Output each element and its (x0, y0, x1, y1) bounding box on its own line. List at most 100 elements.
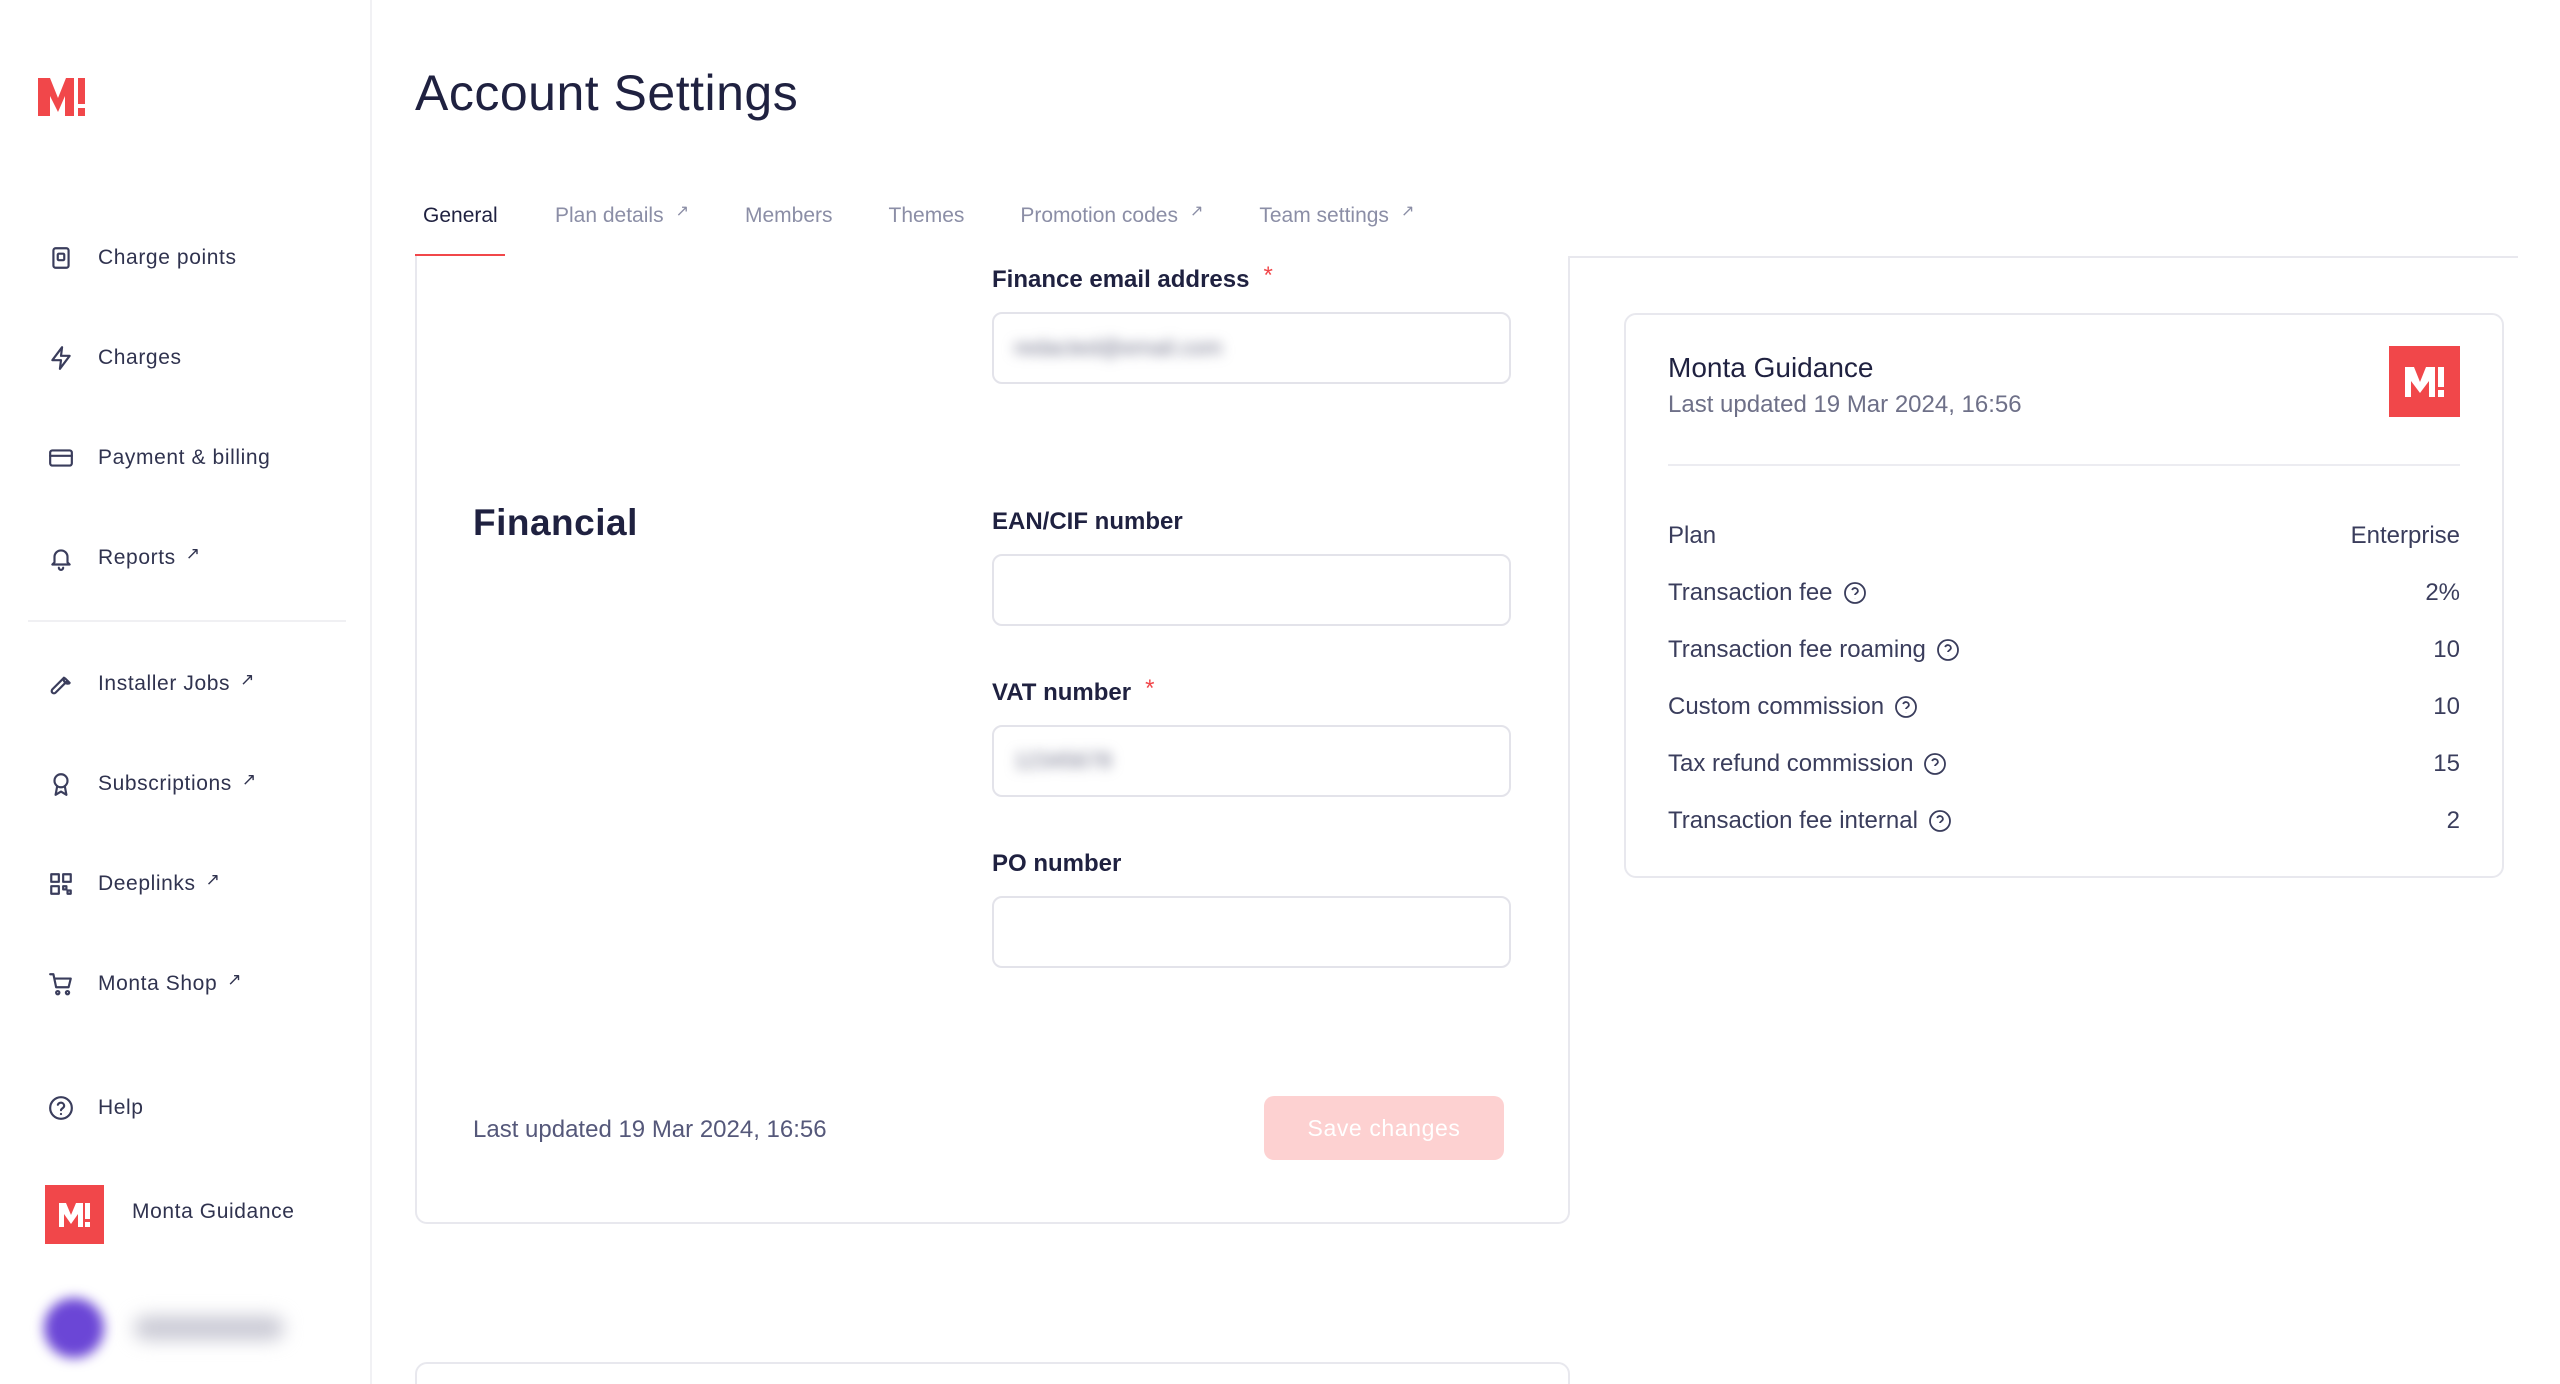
field-label-text: Finance email address (992, 266, 1250, 293)
po-number-label: PO number (992, 850, 1121, 878)
organization-summary-title: Monta Guidance (1668, 352, 1874, 383)
save-changes-button[interactable]: Save changes (1264, 1096, 1504, 1160)
sidebar-item-label: Monta Shop (98, 972, 218, 995)
help-icon[interactable] (1928, 809, 1952, 833)
charge-point-icon (30, 238, 98, 278)
row-label-text: Transaction fee (1668, 579, 1833, 606)
sidebar-item-label: Installer Jobs (98, 672, 231, 695)
finance-email-label: Finance email address * (992, 262, 1273, 294)
summary-row-value: 2 (2446, 807, 2460, 834)
field-label-text: EAN/CIF number (992, 508, 1183, 535)
sidebar: Charge points Charges Payment & billing … (0, 0, 372, 1384)
row-label-text: Transaction fee roaming (1668, 636, 1926, 663)
help-circle-icon (30, 1088, 98, 1128)
sidebar-item-label: Help (98, 1096, 144, 1119)
lightning-icon (30, 338, 98, 378)
organization-name[interactable]: Monta Guidance (132, 1200, 295, 1224)
required-mark: * (1263, 262, 1273, 289)
vat-number-input[interactable]: 12345678 (992, 725, 1511, 797)
help-icon[interactable] (1936, 638, 1960, 662)
sidebar-item-subscriptions[interactable]: Subscriptions ↗ (30, 754, 256, 814)
credit-card-icon (30, 438, 98, 478)
sidebar-item-label: Subscriptions (98, 772, 232, 795)
wrench-icon (30, 664, 98, 704)
tab-label: Themes (888, 204, 965, 227)
sidebar-item-installer-jobs[interactable]: Installer Jobs ↗ (30, 654, 254, 714)
row-label-text: Transaction fee internal (1668, 807, 1918, 834)
sidebar-item-monta-shop[interactable]: Monta Shop ↗ (30, 954, 242, 1014)
tab-label: Promotion codes (1020, 204, 1178, 227)
summary-divider (1668, 464, 2460, 466)
external-link-icon: ↗ (241, 770, 257, 789)
finance-email-value: redacted@email.com (1014, 335, 1223, 360)
last-updated-text: Last updated 19 Mar 2024, 16:56 (473, 1116, 827, 1143)
external-link-icon: ↗ (205, 870, 220, 889)
tab-label: General (423, 204, 498, 227)
tab-promotion-codes[interactable]: Promotion codes ↗ (1020, 186, 1203, 258)
summary-row-label: Transaction fee roaming (1668, 636, 1960, 664)
qr-code-icon (30, 864, 98, 904)
row-label-text: Tax refund commission (1668, 750, 1914, 777)
summary-row-transaction-fee-roaming: Transaction fee roaming 10 (1668, 630, 2460, 670)
external-link-icon: ↗ (1189, 203, 1204, 220)
external-link-icon: ↗ (675, 203, 689, 220)
help-icon[interactable] (1894, 695, 1918, 719)
po-number-input[interactable] (992, 896, 1511, 968)
page-title: Account Settings (415, 65, 799, 121)
summary-row-label: Custom commission (1668, 693, 1918, 721)
user-avatar[interactable] (44, 1298, 104, 1358)
help-icon[interactable] (1843, 581, 1867, 605)
tab-label: Team settings (1259, 204, 1389, 227)
external-link-icon: ↗ (227, 970, 242, 989)
field-label-text: VAT number (992, 679, 1132, 706)
tab-team-settings[interactable]: Team settings ↗ (1259, 186, 1414, 258)
summary-row-transaction-fee: Transaction fee 2% (1668, 573, 2460, 613)
row-label-text: Custom commission (1668, 693, 1885, 720)
tab-members[interactable]: Members (745, 186, 833, 258)
external-link-icon: ↗ (1400, 203, 1415, 220)
external-link-icon: ↗ (185, 544, 200, 563)
sidebar-item-label: Charges (98, 346, 182, 369)
sidebar-item-deeplinks[interactable]: Deeplinks ↗ (30, 854, 220, 914)
user-name-redacted[interactable] (134, 1316, 284, 1340)
finance-email-input[interactable]: redacted@email.com (992, 312, 1511, 384)
monta-logo[interactable] (34, 72, 88, 120)
sidebar-item-label: Charge points (98, 246, 237, 269)
ean-cif-label: EAN/CIF number (992, 508, 1183, 536)
sidebar-item-help[interactable]: Help (30, 1078, 144, 1138)
sidebar-item-label: Reports (98, 546, 176, 569)
settings-tabs: General Plan details ↗ Members Themes Pr… (415, 186, 1414, 258)
external-link-icon: ↗ (240, 670, 255, 689)
sidebar-item-label: Deeplinks (98, 872, 196, 895)
next-card (415, 1362, 1570, 1384)
vat-number-label: VAT number * (992, 675, 1154, 707)
summary-row-custom-commission: Custom commission 10 (1668, 687, 2460, 727)
sidebar-item-charges[interactable]: Charges (30, 328, 182, 388)
sidebar-item-charge-points[interactable]: Charge points (30, 228, 237, 288)
sidebar-item-reports[interactable]: Reports ↗ (30, 528, 200, 588)
tab-label: Members (744, 204, 833, 227)
bell-icon (30, 538, 98, 578)
sidebar-item-payment-billing[interactable]: Payment & billing (30, 428, 270, 488)
tab-general[interactable]: General (415, 186, 505, 258)
help-icon[interactable] (1923, 752, 1947, 776)
summary-row-label: Plan (1668, 522, 1716, 550)
award-icon (30, 764, 98, 804)
tab-plan-details[interactable]: Plan details ↗ (555, 186, 689, 258)
summary-row-value: 10 (2433, 636, 2460, 663)
summary-row-value: Enterprise (2350, 522, 2460, 549)
summary-row-label: Tax refund commission (1668, 750, 1947, 778)
tab-label: Plan details (555, 204, 664, 227)
ean-cif-input[interactable] (992, 554, 1511, 626)
organization-logo (2389, 346, 2460, 417)
summary-row-value: 2% (2425, 579, 2460, 606)
organization-avatar[interactable] (45, 1185, 104, 1244)
summary-row-label: Transaction fee (1668, 579, 1867, 607)
sidebar-divider (28, 620, 346, 622)
summary-row-plan: Plan Enterprise (1668, 516, 2460, 556)
required-mark: * (1145, 675, 1155, 702)
tab-themes[interactable]: Themes (889, 186, 965, 258)
shopping-cart-icon (30, 964, 98, 1004)
organization-summary-updated: Last updated 19 Mar 2024, 16:56 (1668, 391, 2022, 418)
summary-row-tax-refund-commission: Tax refund commission 15 (1668, 744, 2460, 784)
